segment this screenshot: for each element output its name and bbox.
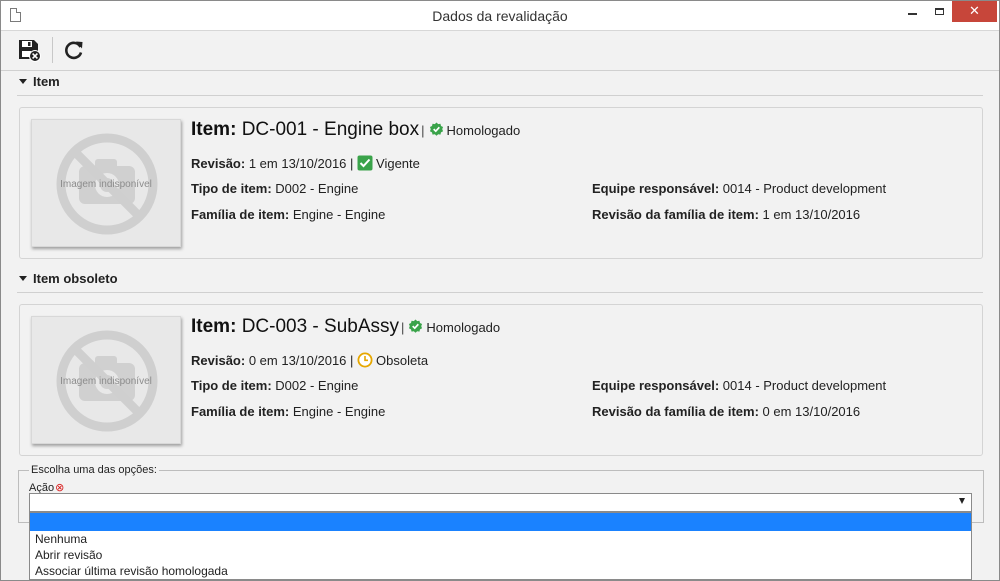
- collapse-caret-icon: [19, 276, 27, 282]
- item-thumbnail: Imagem indisponível: [31, 316, 181, 444]
- image-unavailable-text: Imagem indisponível: [60, 376, 152, 387]
- item-status: Homologado: [446, 123, 521, 138]
- refresh-icon: [65, 41, 83, 60]
- save-close-icon: [19, 40, 41, 62]
- action-dropdown-list: Nenhuma Abrir revisão Associar última re…: [29, 512, 972, 580]
- dropdown-option[interactable]: Associar última revisão homologada: [30, 563, 971, 579]
- toolbar-separator: [52, 37, 53, 63]
- save-close-button[interactable]: [14, 35, 44, 65]
- toolbar: [1, 31, 999, 71]
- item-title-label: Item:: [191, 316, 237, 337]
- family-revision-field: Revisão da família de item: 0 em 13/10/2…: [592, 404, 860, 419]
- clock-icon: [357, 352, 373, 368]
- minimize-button[interactable]: [898, 1, 926, 22]
- family-revision-value: 0 em 13/10/2016: [762, 404, 861, 419]
- revision-label: Revisão:: [191, 353, 246, 368]
- options-legend: Escolha uma das opções:: [31, 464, 157, 476]
- family-revision-field: Revisão da família de item: 1 em 13/10/2…: [592, 207, 860, 222]
- item-family-label: Família de item:: [191, 404, 290, 419]
- revision-value: 1 em 13/10/2016: [248, 156, 347, 171]
- item-type-label: Tipo de item:: [191, 378, 272, 393]
- item-title-label: Item:: [191, 119, 237, 140]
- maximize-button[interactable]: [925, 1, 953, 22]
- close-icon: ✕: [969, 3, 980, 18]
- homologated-badge-icon: [429, 122, 443, 136]
- collapse-caret-icon: [19, 79, 27, 85]
- item-title: Item: DC-003 - SubAssy | Homologado: [191, 316, 500, 338]
- dialog-window: Dados da revalidação ✕ Item Imagem indis…: [0, 0, 1000, 581]
- revision-label: Revisão:: [191, 156, 246, 171]
- family-revision-label: Revisão da família de item:: [592, 404, 759, 419]
- responsible-team-value: 0014 - Product development: [722, 181, 887, 196]
- dropdown-option[interactable]: [30, 513, 971, 531]
- item-type-label: Tipo de item:: [191, 181, 272, 196]
- family-revision-value: 1 em 13/10/2016: [762, 207, 861, 222]
- separator: |: [401, 320, 405, 335]
- item-family-value: Engine - Engine: [292, 207, 386, 222]
- item-type-field: Tipo de item: D002 - Engine: [191, 181, 358, 196]
- responsible-team-field: Equipe responsável: 0014 - Product devel…: [592, 181, 886, 196]
- item-family-field: Família de item: Engine - Engine: [191, 404, 385, 419]
- revision-status: Obsoleta: [376, 353, 429, 368]
- close-button[interactable]: ✕: [952, 1, 997, 22]
- section-heading: Item obsoleto: [33, 271, 118, 286]
- revision-field: Revisão: 0 em 13/10/2016 | Obsoleta: [191, 352, 429, 368]
- section-obsolete-item-header[interactable]: Item obsoleto: [17, 271, 983, 293]
- dropdown-arrow-icon[interactable]: [959, 498, 965, 504]
- responsible-team-field: Equipe responsável: 0014 - Product devel…: [592, 378, 886, 393]
- item-family-field: Família de item: Engine - Engine: [191, 207, 385, 222]
- family-revision-label: Revisão da família de item:: [592, 207, 759, 222]
- image-unavailable-text: Imagem indisponível: [60, 179, 152, 190]
- maximize-icon: [934, 8, 944, 15]
- separator: |: [421, 123, 425, 138]
- responsible-team-label: Equipe responsável:: [592, 181, 720, 196]
- item-title-value: DC-001 - Engine box: [241, 119, 420, 140]
- action-select[interactable]: [29, 493, 972, 512]
- homologated-badge-icon: [409, 319, 423, 333]
- item-title-value: DC-003 - SubAssy: [241, 316, 400, 337]
- obsolete-item-card: Imagem indisponível Item: DC-003 - SubAs…: [19, 304, 983, 456]
- minimize-icon: [907, 13, 917, 15]
- revision-value: 0 em 13/10/2016: [248, 353, 347, 368]
- item-type-value: D002 - Engine: [275, 181, 359, 196]
- item-card: Imagem indisponível Item: DC-001 - Engin…: [19, 107, 983, 259]
- item-thumbnail: Imagem indisponível: [31, 119, 181, 247]
- check-icon: [357, 155, 373, 171]
- responsible-team-value: 0014 - Product development: [722, 378, 887, 393]
- item-family-label: Família de item:: [191, 207, 290, 222]
- dropdown-option[interactable]: Abrir revisão: [30, 547, 971, 563]
- item-type-value: D002 - Engine: [275, 378, 359, 393]
- item-title: Item: DC-001 - Engine box | Homologado: [191, 119, 520, 141]
- section-item-header[interactable]: Item: [17, 74, 983, 96]
- title-bar: Dados da revalidação ✕: [1, 1, 999, 31]
- responsible-team-label: Equipe responsável:: [592, 378, 720, 393]
- refresh-button[interactable]: [59, 35, 89, 65]
- revision-status: Vigente: [376, 156, 420, 171]
- section-heading: Item: [33, 74, 60, 89]
- revision-field: Revisão: 1 em 13/10/2016 | Vigente: [191, 155, 420, 171]
- dropdown-option[interactable]: Nenhuma: [30, 531, 971, 547]
- window-title: Dados da revalidação: [432, 8, 568, 24]
- item-type-field: Tipo de item: D002 - Engine: [191, 378, 358, 393]
- item-family-value: Engine - Engine: [292, 404, 386, 419]
- item-status: Homologado: [426, 320, 501, 335]
